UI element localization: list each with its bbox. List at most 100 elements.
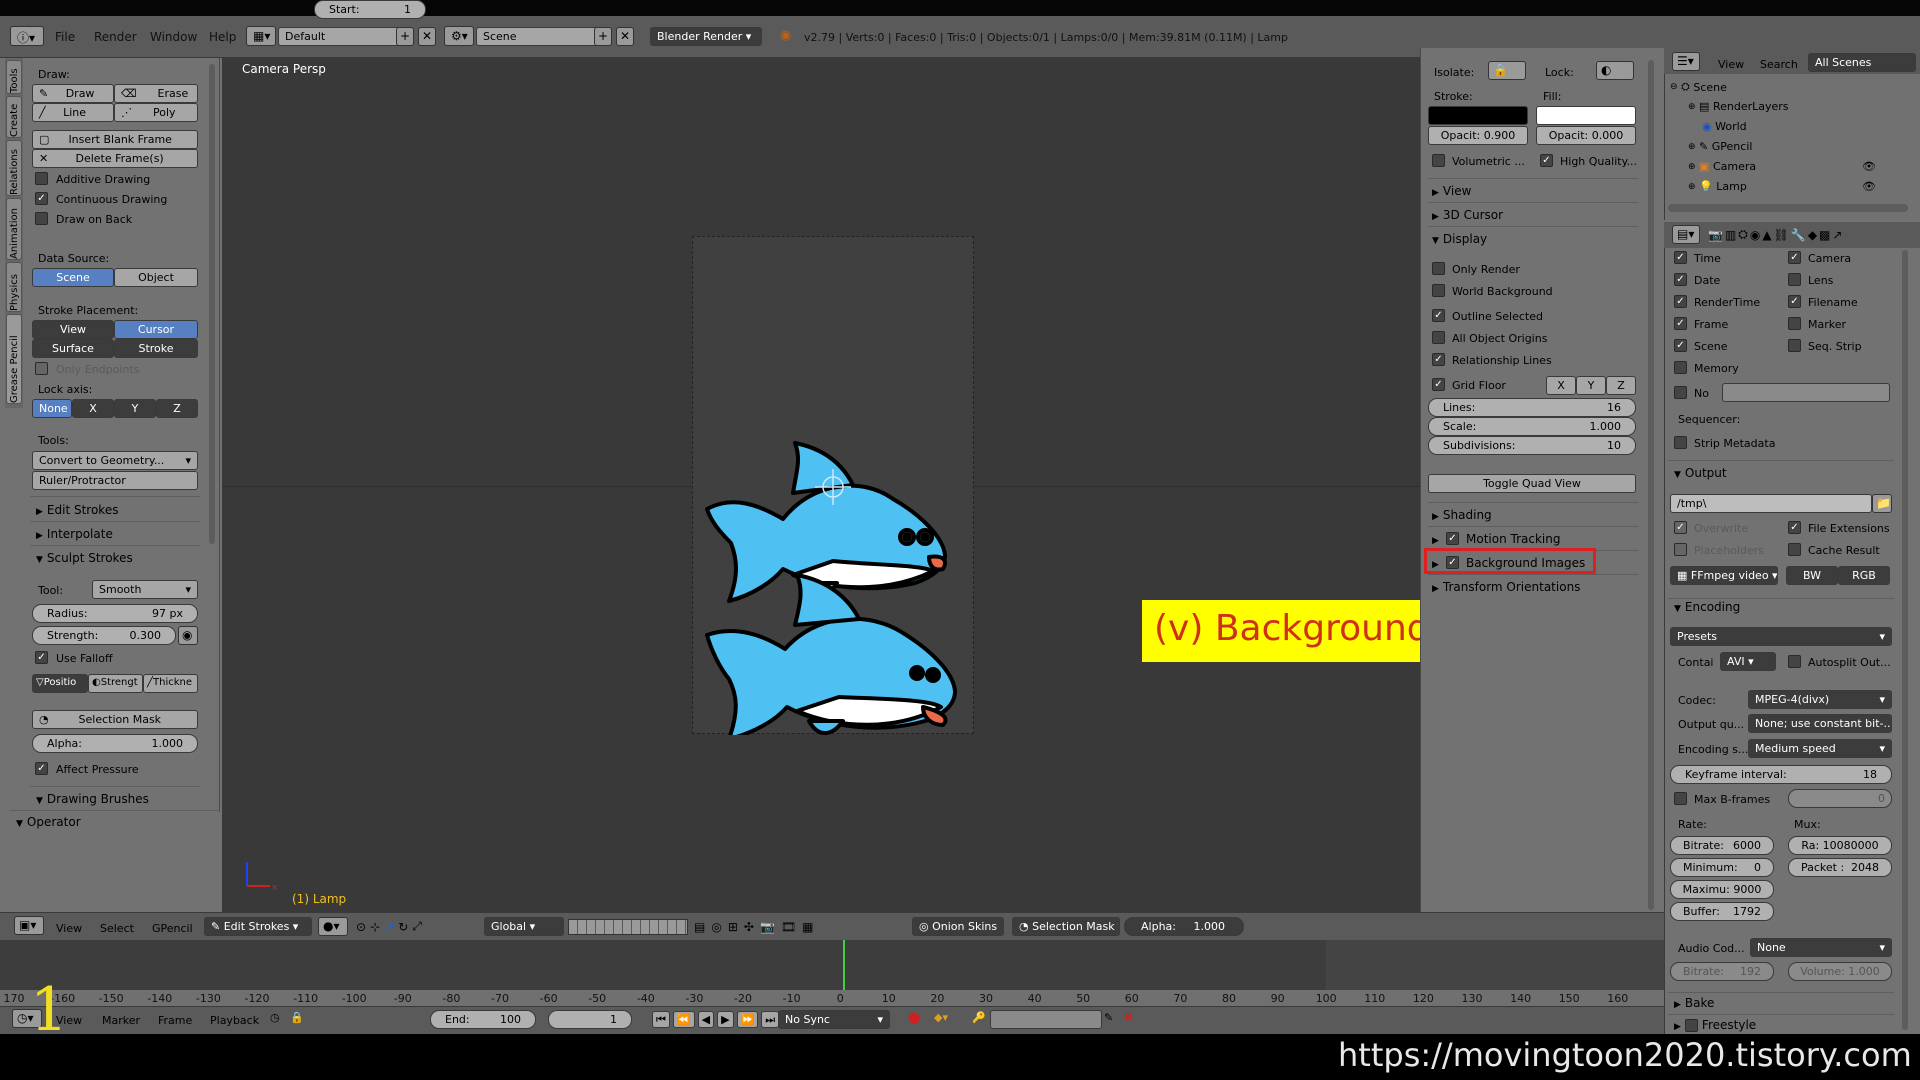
texture-tab-icon[interactable]: ▩ — [1819, 228, 1830, 242]
sculpt-tool-dropdown[interactable]: Smooth ▾ — [92, 580, 198, 599]
continuous-checkbox[interactable]: ✓ — [35, 192, 48, 205]
folder-icon[interactable]: 📁 — [1872, 494, 1892, 513]
snap-target-icon[interactable]: ✣ — [744, 920, 754, 934]
stamp-scene-checkbox[interactable]: ✓ — [1674, 339, 1687, 352]
sculpt-strokes-panel[interactable]: ▼ Sculpt Strokes — [36, 551, 133, 565]
all-origins-checkbox[interactable] — [1432, 331, 1445, 344]
outliner-item-lamp[interactable]: ⊕ 💡 Lamp — [1688, 180, 1747, 193]
camera-visibility-icon[interactable]: 👁 — [1862, 160, 1876, 173]
data-source-object[interactable]: Object — [114, 268, 198, 287]
record-icon[interactable]: ⬤ — [908, 1011, 920, 1024]
placement-surface[interactable]: Surface — [32, 339, 114, 358]
close-scene-icon[interactable]: ✕ — [616, 27, 634, 46]
stroke-color[interactable] — [1428, 106, 1528, 125]
sync-dropdown[interactable]: No Sync ▾ — [778, 1010, 890, 1029]
preview-range-icon[interactable]: ◷ — [270, 1011, 280, 1024]
encoding-panel[interactable]: ▼ Encoding — [1674, 600, 1740, 614]
lock-axis-z[interactable]: Z — [156, 399, 198, 418]
fill-opacity[interactable]: Opacit: 0.000 — [1536, 126, 1636, 145]
stamp-frame-checkbox[interactable]: ✓ — [1674, 317, 1687, 330]
outliner-search-menu[interactable]: Search — [1760, 58, 1798, 71]
pivot-icon[interactable]: ⊙ — [356, 920, 366, 934]
jump-start-icon[interactable]: ⏮ — [652, 1011, 670, 1028]
file-format-dropdown[interactable]: ▦ FFmpeg video ▾ — [1670, 566, 1778, 585]
max-bframes-field[interactable]: 0 — [1788, 789, 1892, 808]
menu-help[interactable]: Help — [209, 30, 236, 44]
data-source-scene[interactable]: Scene — [32, 268, 114, 287]
affect-thickness-button[interactable]: ╱Thickne — [143, 674, 198, 693]
audio-volume-field[interactable]: Volume: 1.000 — [1788, 962, 1892, 981]
fill-color[interactable] — [1536, 106, 1636, 125]
play-reverse-icon[interactable]: ◀ — [697, 1011, 715, 1028]
radius-slider[interactable]: Radius: 97 px — [32, 604, 198, 623]
placement-cursor[interactable]: Cursor — [114, 320, 198, 339]
placement-view[interactable]: View — [32, 320, 114, 339]
tab-tools[interactable]: Tools — [6, 60, 22, 94]
grid-axis-x[interactable]: X — [1546, 376, 1576, 395]
manipulator-icon[interactable]: ⊹ — [370, 920, 380, 934]
outliner-filter[interactable]: All Scenes — [1808, 53, 1916, 72]
insert-blank-frame-button[interactable]: ▢ Insert Blank Frame — [32, 130, 198, 149]
stroke-opacity[interactable]: Opacit: 0.900 — [1428, 126, 1528, 145]
autosplit-checkbox[interactable] — [1788, 655, 1801, 668]
strip-metadata-checkbox[interactable] — [1674, 436, 1687, 449]
pressure-icon[interactable]: ◉ — [178, 626, 198, 645]
lock-camera-icon[interactable]: ▤ — [694, 920, 705, 934]
affect-position-button[interactable]: ▽Positio — [32, 674, 88, 693]
stamp-camera-checkbox[interactable]: ✓ — [1788, 251, 1801, 264]
current-frame-line[interactable] — [843, 940, 845, 990]
additive-checkbox[interactable] — [35, 172, 48, 185]
timeline-menu-playback[interactable]: Playback — [210, 1014, 259, 1027]
object-tab-icon[interactable]: ▲ — [1762, 228, 1771, 242]
color-bw-button[interactable]: BW — [1786, 566, 1838, 585]
only-render-checkbox[interactable] — [1432, 262, 1445, 275]
editor-type-button[interactable]: ⓘ▾ — [10, 26, 44, 46]
header-alpha-field[interactable]: Alpha: 1.000 — [1124, 917, 1244, 936]
keyingset-icon[interactable]: 🔑 — [972, 1011, 986, 1024]
menu-window[interactable]: Window — [150, 30, 197, 44]
tool-shelf-scrollbar[interactable] — [209, 64, 215, 544]
translate-icon[interactable]: ↗ — [384, 920, 394, 934]
file-extensions-checkbox[interactable]: ✓ — [1788, 521, 1801, 534]
output-panel[interactable]: ▼ Output — [1674, 466, 1727, 480]
start-frame-field[interactable]: Start: 1 — [314, 0, 426, 19]
interpolate-panel[interactable]: ▶ Interpolate — [36, 527, 113, 541]
packet-field[interactable]: Packet :2048 — [1788, 858, 1892, 877]
proportional-icon[interactable]: ◎ — [711, 920, 721, 934]
volumetric-checkbox[interactable] — [1432, 154, 1445, 167]
outliner-item-camera[interactable]: ⊕ ▣ Camera — [1688, 160, 1756, 173]
stamp-lens-checkbox[interactable] — [1788, 273, 1801, 286]
only-endpoints-checkbox[interactable] — [35, 362, 48, 375]
toggle-quad-view-button[interactable]: Toggle Quad View — [1428, 474, 1636, 493]
encoding-speed-dropdown[interactable]: Medium speed ▾ — [1748, 739, 1892, 758]
layout-icon[interactable]: ▦▾ — [246, 26, 276, 46]
lock-axis-y[interactable]: Y — [114, 399, 156, 418]
strength-slider[interactable]: Strength: 0.300 — [32, 626, 176, 645]
mux-rate-field[interactable]: Ra: 10080000 — [1788, 836, 1892, 855]
isolate-lock-icon[interactable]: 🔒 — [1488, 61, 1526, 80]
cache-result-checkbox[interactable] — [1788, 543, 1801, 556]
shading-mode-icon[interactable]: ●▾ — [318, 917, 348, 936]
scene-field[interactable]: Scene — [476, 27, 610, 46]
stamp-memory-checkbox[interactable] — [1674, 361, 1687, 374]
stamp-filename-checkbox[interactable]: ✓ — [1788, 295, 1801, 308]
current-frame-field[interactable]: 1 — [548, 1010, 632, 1029]
alpha-slider[interactable]: Alpha: 1.000 — [32, 734, 198, 753]
maximum-field[interactable]: Maximu: 9000 — [1670, 880, 1774, 899]
tab-create[interactable]: Create — [6, 96, 22, 138]
timeline-menu-frame[interactable]: Frame — [158, 1014, 192, 1027]
overwrite-checkbox[interactable]: ✓ — [1674, 521, 1687, 534]
selection-mask-button[interactable]: ◔ Selection Mask — [32, 710, 198, 729]
scene-icon[interactable]: ⚙▾ — [444, 26, 474, 46]
viewport-menu-view[interactable]: View — [56, 922, 82, 935]
poly-button[interactable]: ⋰ Poly — [114, 103, 198, 122]
draw-on-back-checkbox[interactable] — [35, 212, 48, 225]
lock-axis-x[interactable]: X — [72, 399, 114, 418]
bitrate-field[interactable]: Bitrate: 6000 — [1670, 836, 1774, 855]
stamp-seqstrip-checkbox[interactable] — [1788, 339, 1801, 352]
tab-grease-pencil[interactable]: Grease Pencil — [6, 314, 22, 404]
convert-geometry-dropdown[interactable]: Convert to Geometry... ▾ — [32, 451, 198, 470]
jump-key-back-icon[interactable]: ⏪ — [672, 1011, 695, 1028]
background-images-checkbox[interactable]: ✓ — [1446, 556, 1459, 569]
minimum-field[interactable]: Minimum: 0 — [1670, 858, 1774, 877]
